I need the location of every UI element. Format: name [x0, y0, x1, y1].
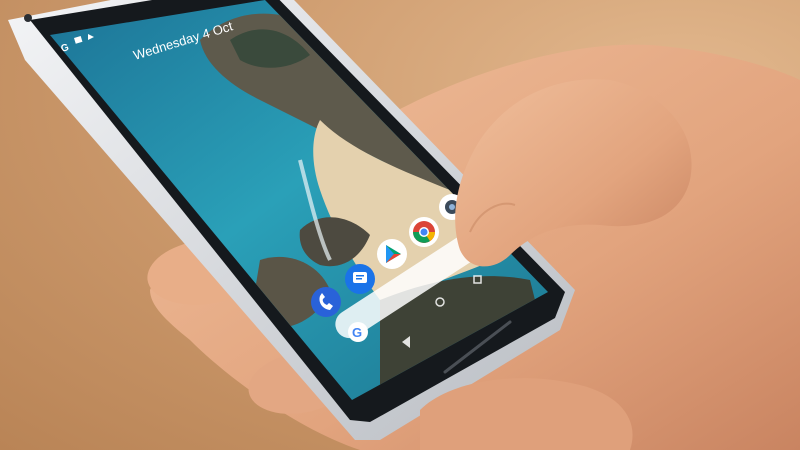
- svg-text:G: G: [352, 325, 362, 340]
- play-store-app-icon[interactable]: [377, 239, 407, 269]
- chrome-app-icon[interactable]: [409, 217, 439, 247]
- google-g-icon[interactable]: G: [348, 322, 368, 342]
- phone-app-icon[interactable]: [311, 287, 341, 317]
- front-camera: [24, 14, 32, 22]
- photo-scene: G Wednesday 4 Oct G: [0, 0, 800, 450]
- messages-app-icon[interactable]: [345, 264, 375, 294]
- photo-illustration: G Wednesday 4 Oct G: [8, 0, 800, 450]
